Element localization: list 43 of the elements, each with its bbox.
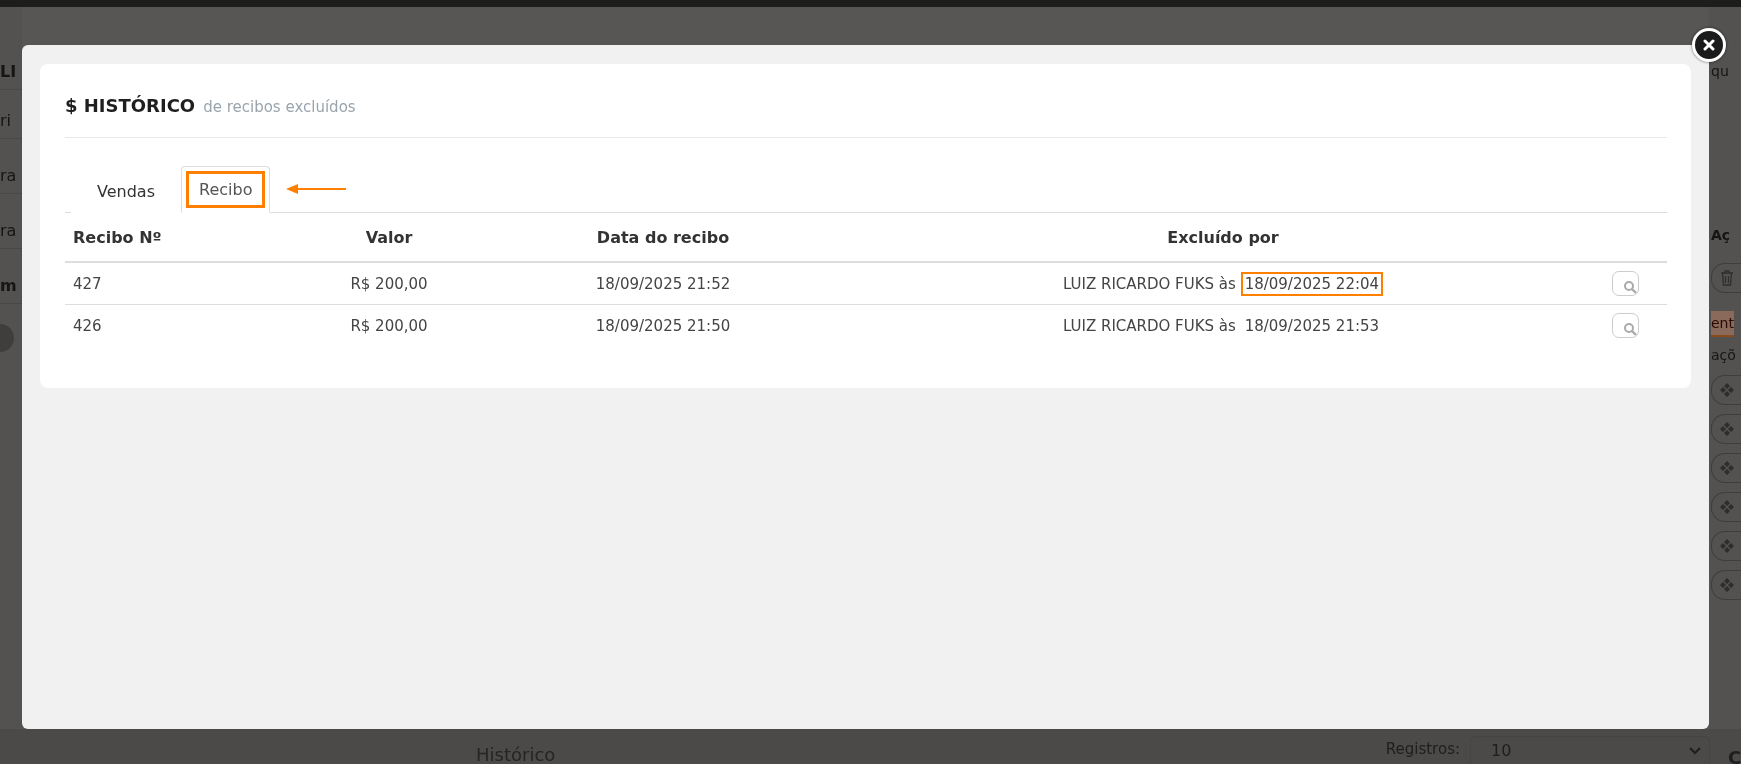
background-text: açõ (1711, 346, 1736, 365)
action-button[interactable] (1711, 570, 1741, 600)
column-header: Valor (305, 213, 473, 262)
table-cell: 18/09/2025 21:52 (473, 262, 853, 305)
table-cell: 426 (65, 304, 305, 346)
close-button[interactable] (1692, 28, 1726, 62)
search-icon (1623, 322, 1637, 336)
column-header: Recibo Nº (65, 213, 305, 262)
modal-subtitle: de recibos excluídos (203, 98, 356, 116)
arrow-icon (286, 184, 347, 194)
deletion-timestamp: 18/09/2025 21:53 (1243, 315, 1381, 337)
trash-icon (1720, 270, 1734, 286)
view-button[interactable] (1612, 313, 1639, 338)
diamond-icon (1719, 538, 1735, 554)
highlighted-timestamp: 18/09/2025 22:04 (1240, 271, 1384, 296)
diamond-icon (1719, 421, 1735, 437)
table-cell: R$ 200,00 (305, 262, 473, 305)
tab-label: Vendas (96, 180, 156, 203)
column-header: Aç (1711, 226, 1731, 245)
diamond-icon (1719, 577, 1735, 593)
table-cell: 427 (65, 262, 305, 305)
action-button[interactable] (1711, 453, 1741, 483)
view-button[interactable] (1612, 271, 1639, 296)
diamond-icon (1719, 460, 1735, 476)
background-text: qu (1711, 62, 1729, 81)
search-icon (1623, 280, 1637, 294)
action-button[interactable] (1711, 531, 1741, 561)
close-icon (1703, 39, 1715, 51)
background-text: ent (1711, 311, 1734, 337)
modal-title: $ HISTÓRICO (65, 95, 196, 116)
diamond-icon (1719, 382, 1735, 398)
diamond-icon (1719, 499, 1735, 515)
delete-button[interactable] (1711, 263, 1741, 293)
action-button[interactable] (1711, 375, 1741, 405)
chevron-down-icon (1689, 746, 1701, 755)
action-button[interactable] (1711, 414, 1741, 444)
action-button[interactable] (1711, 492, 1741, 522)
deleted-by-text: LUIZ RICARDO FUKS às (1062, 316, 1236, 335)
table-cell: 18/09/2025 21:50 (473, 304, 853, 346)
deleted-by-text: LUIZ RICARDO FUKS às (1062, 274, 1236, 293)
column-header: Excluído por (853, 213, 1593, 262)
table-cell: R$ 200,00 (305, 304, 473, 346)
column-header: Data do recibo (473, 213, 853, 262)
